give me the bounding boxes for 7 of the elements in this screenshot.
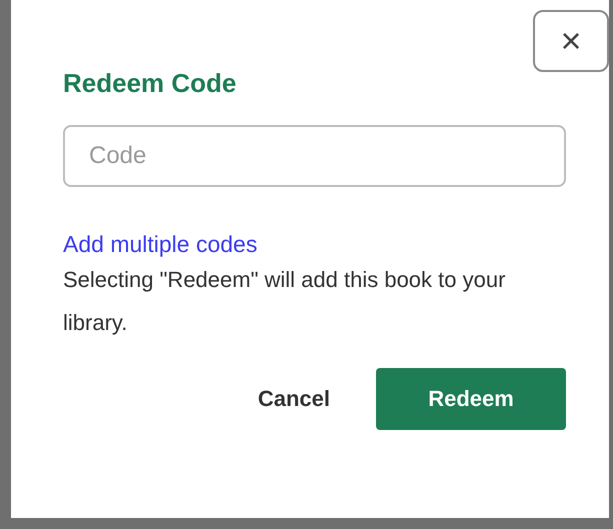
message-text: Selecting "Redeem" will add this book to your library. — [63, 266, 506, 337]
code-field[interactable]: Code — [63, 125, 566, 187]
dialog-title: Redeem Code — [63, 68, 238, 99]
redeem-button[interactable]: Redeem — [376, 368, 566, 430]
cancel-button[interactable]: Cancel — [258, 368, 330, 430]
add-codes-link[interactable]: Add multiple codes — [63, 231, 258, 258]
close-button[interactable]: × — [533, 10, 609, 72]
